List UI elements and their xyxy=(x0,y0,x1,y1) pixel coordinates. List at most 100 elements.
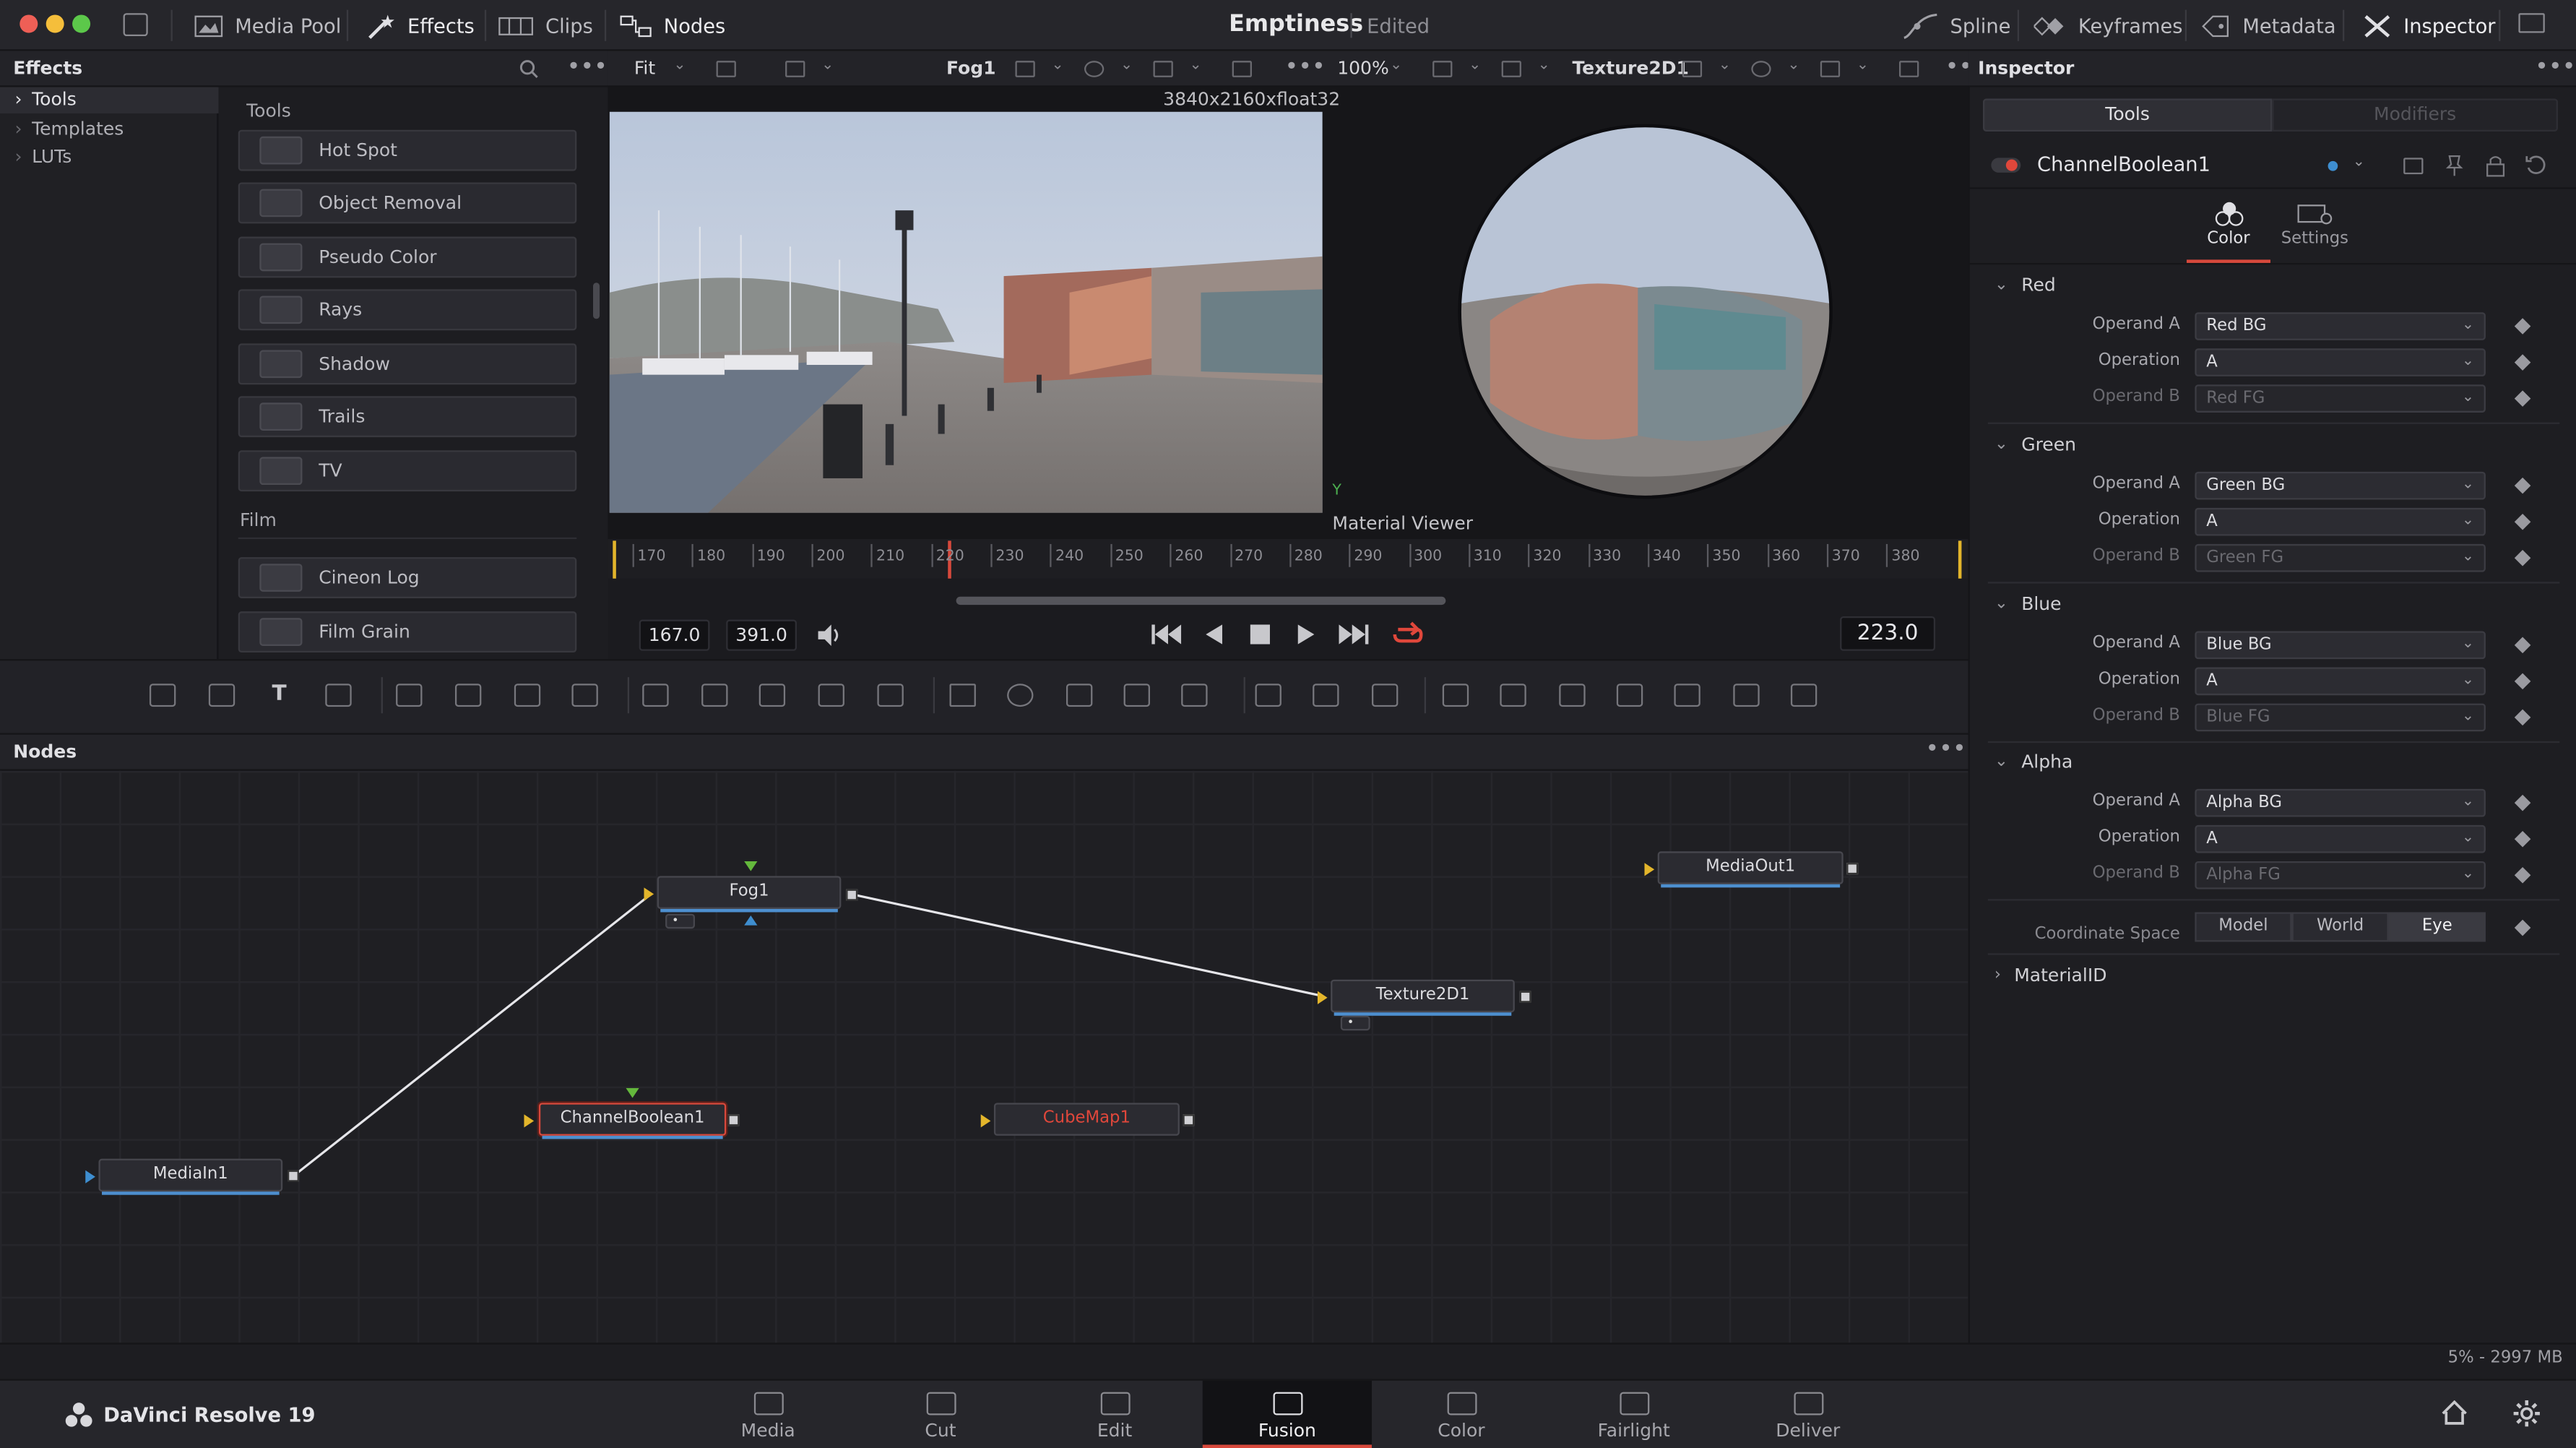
green-operand-b-dropdown[interactable]: Green FG ⌄ xyxy=(2195,543,2486,572)
red-operand-a-dropdown[interactable]: Red BG ⌄ xyxy=(2195,312,2486,340)
effects-options-icon[interactable]: ••• xyxy=(567,54,608,80)
timeline-scrollbar[interactable] xyxy=(956,596,1446,606)
keyframes-button[interactable]: Keyframes xyxy=(2033,0,2183,51)
gear-icon[interactable] xyxy=(2513,1400,2540,1427)
go-to-start-icon[interactable] xyxy=(1151,624,1182,645)
nodes-options-icon[interactable]: ••• xyxy=(1925,736,1966,762)
channelboolean-output[interactable] xyxy=(727,1114,740,1126)
tool-pseudo-color[interactable]: Pseudo Color xyxy=(238,236,577,278)
bspline-mask-tool-icon[interactable] xyxy=(1123,684,1150,707)
blue-section-header[interactable]: ⌄ Blue xyxy=(1994,593,2062,615)
inspector-options-icon[interactable]: ••• xyxy=(2535,54,2575,80)
particles-tool-icon[interactable] xyxy=(396,684,423,707)
tool-cineon-log[interactable]: Cineon Log xyxy=(238,557,577,598)
pemitter-tool-icon[interactable] xyxy=(1255,684,1281,707)
channel-boolean-tool-icon[interactable] xyxy=(758,684,786,707)
fog-effect-mask-input[interactable] xyxy=(744,915,758,926)
fog-output[interactable] xyxy=(846,889,858,901)
alpha-operation-dropdown[interactable]: A ⌄ xyxy=(2195,824,2486,853)
close-window-button[interactable] xyxy=(20,14,38,33)
blue-operand-a-dropdown[interactable]: Blue BG ⌄ xyxy=(2195,631,2486,660)
step-back-icon[interactable] xyxy=(1206,624,1223,645)
node-cubemap1[interactable]: CubeMap1 xyxy=(993,1103,1180,1136)
color-channel-icon[interactable] xyxy=(1751,61,1771,77)
red-operation-dropdown[interactable]: A ⌄ xyxy=(2195,348,2486,376)
node-color-dot[interactable] xyxy=(2328,160,2338,171)
node-channelboolean1[interactable]: ChannelBoolean1 xyxy=(538,1103,727,1139)
render-end-marker[interactable] xyxy=(1958,540,1962,579)
minimize-window-button[interactable] xyxy=(46,14,64,33)
red-operand-b-dropdown[interactable]: Red FG ⌄ xyxy=(2195,384,2486,413)
clips-button[interactable]: Clips xyxy=(498,0,593,51)
grid-icon[interactable] xyxy=(1153,61,1173,77)
pfollow-tool-icon[interactable] xyxy=(1371,684,1399,707)
tool-tv[interactable]: TV xyxy=(238,450,577,492)
go-to-end-icon[interactable] xyxy=(1339,624,1369,645)
roi-icon[interactable] xyxy=(1682,61,1703,77)
matte-tool-icon[interactable] xyxy=(818,684,844,707)
a-buffer-icon[interactable] xyxy=(716,61,736,77)
cubemap-input-triangle[interactable] xyxy=(980,1114,991,1128)
red-section-header[interactable]: ⌄ Red xyxy=(1994,275,2056,296)
global-end-field[interactable]: 391.0 xyxy=(726,619,798,651)
curves-tool-icon[interactable] xyxy=(454,684,482,707)
stop-icon[interactable] xyxy=(1250,624,1270,645)
fog-mask-input[interactable] xyxy=(744,861,758,871)
tool-shadow[interactable]: Shadow xyxy=(238,343,577,385)
viewer-layout-icon[interactable] xyxy=(785,61,805,77)
prender-tool-icon[interactable] xyxy=(1313,684,1339,707)
node-fog1[interactable]: Fog1 xyxy=(657,876,842,913)
rectangle-mask-tool-icon[interactable] xyxy=(949,684,976,707)
coordinate-space-world[interactable]: World xyxy=(2291,912,2389,942)
page-tab-deliver[interactable]: Deliver xyxy=(1724,1381,1893,1448)
green-operation-dropdown[interactable]: A ⌄ xyxy=(2195,507,2486,536)
fog-input-triangle[interactable] xyxy=(644,887,654,901)
safe-area-icon[interactable] xyxy=(1232,61,1252,77)
renderer-3d-tool-icon[interactable] xyxy=(1733,684,1760,707)
alpha-operand-b-dropdown[interactable]: Alpha FG ⌄ xyxy=(2195,861,2486,889)
home-icon[interactable] xyxy=(2442,1400,2468,1425)
alpha-section-header[interactable]: ⌄ Alpha xyxy=(1994,751,2073,773)
brightness-tool-icon[interactable] xyxy=(514,684,541,707)
current-time-field[interactable]: 223.0 xyxy=(1840,616,1936,651)
transform-tool-icon[interactable] xyxy=(701,684,728,707)
zoom-dropdown[interactable]: 100% xyxy=(1337,58,1389,79)
page-tab-fusion[interactable]: Fusion xyxy=(1202,1380,1372,1448)
camera-3d-tool-icon[interactable] xyxy=(1674,684,1700,707)
mediain-output[interactable] xyxy=(287,1170,299,1182)
cubemap-output[interactable] xyxy=(1183,1114,1195,1126)
tool-hot-spot[interactable]: Hot Spot xyxy=(238,129,577,171)
paint-tool-icon[interactable] xyxy=(325,684,352,707)
viewer-layout-icon[interactable] xyxy=(1501,61,1521,77)
roi-icon[interactable] xyxy=(1015,61,1035,77)
left-viewer-image[interactable] xyxy=(609,111,1323,513)
resize-tool-icon[interactable] xyxy=(877,684,904,707)
fit-zoom-dropdown[interactable]: Fit xyxy=(634,58,655,79)
tool-trails[interactable]: Trails xyxy=(238,396,577,438)
node-mediaout1[interactable]: MediaOut1 xyxy=(1657,851,1844,888)
tab-tools[interactable]: Tools xyxy=(1982,98,2273,132)
texture-input-triangle[interactable] xyxy=(1317,991,1328,1004)
subtab-color[interactable]: Color xyxy=(2187,194,2270,263)
coordinate-space-eye[interactable]: Eye xyxy=(2388,912,2486,942)
node-enable-toggle[interactable] xyxy=(1991,158,2021,173)
play-icon[interactable] xyxy=(1297,624,1315,645)
page-tab-cut[interactable]: Cut xyxy=(856,1381,1025,1448)
tree-item-luts[interactable]: › LUTs xyxy=(14,146,72,168)
channelboolean-bg-input[interactable] xyxy=(524,1114,535,1128)
right-viewer-image[interactable] xyxy=(1457,124,1833,500)
search-icon[interactable] xyxy=(519,59,539,79)
tree-item-tools[interactable]: › Tools xyxy=(14,89,76,111)
blue-operation-dropdown[interactable]: A ⌄ xyxy=(2195,667,2486,696)
effects-button[interactable]: Effects xyxy=(366,0,475,51)
ellipse-mask-tool-icon[interactable] xyxy=(1007,684,1034,707)
fullscreen-icon[interactable] xyxy=(2518,13,2545,33)
loop-icon[interactable] xyxy=(1391,621,1424,647)
page-tab-edit[interactable]: Edit xyxy=(1030,1381,1199,1448)
nodes-button[interactable]: Nodes xyxy=(619,0,725,51)
background-tool-icon[interactable] xyxy=(149,684,176,707)
metadata-button[interactable]: Metadata xyxy=(2201,0,2336,51)
merge-3d-tool-icon[interactable] xyxy=(1500,684,1526,707)
text-3d-tool-icon[interactable] xyxy=(1559,684,1586,707)
spline-button[interactable]: Spline xyxy=(1903,0,2010,51)
